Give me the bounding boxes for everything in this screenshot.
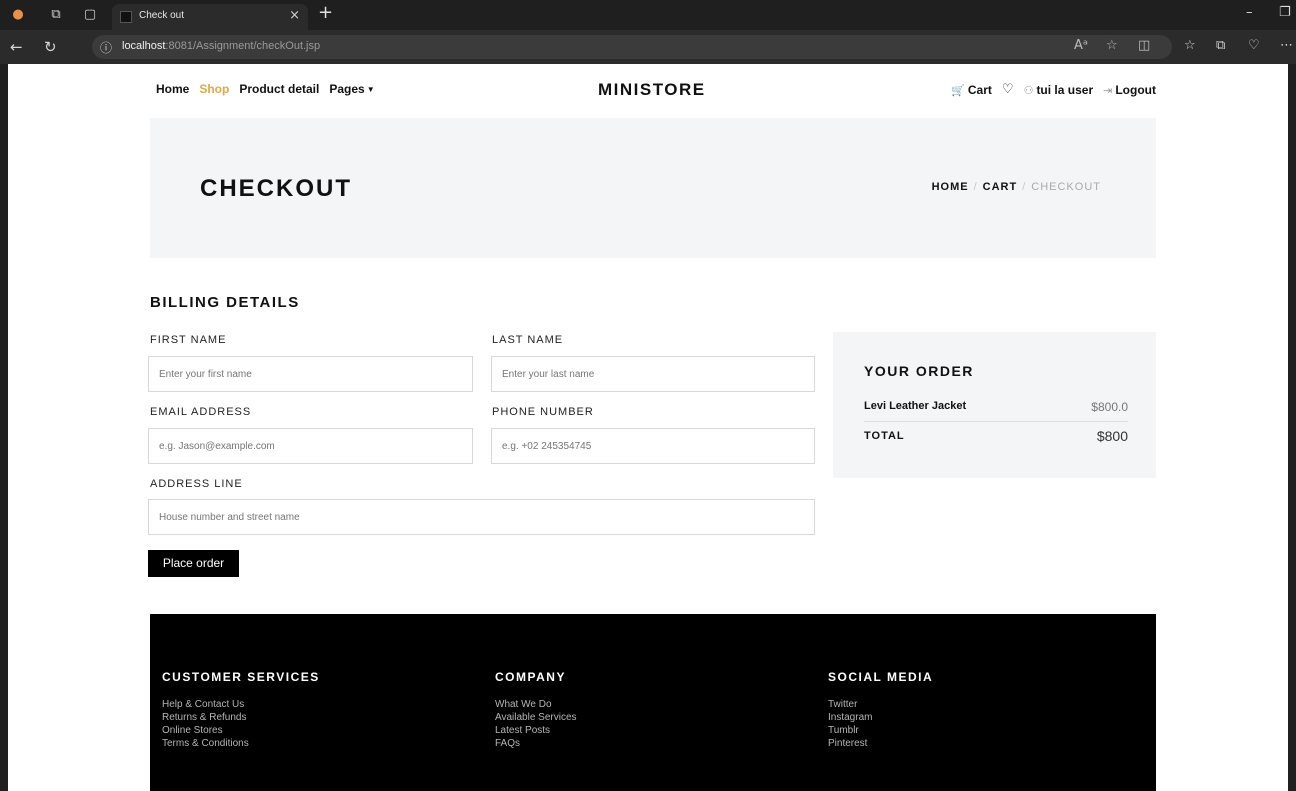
more-icon[interactable]: ⋯ (1280, 38, 1293, 53)
tab-favicon-icon (120, 11, 132, 23)
workspaces-icon[interactable]: ⧉ (48, 7, 64, 23)
user-link[interactable]: ⚇ tui la user (1024, 83, 1094, 97)
footer-link[interactable]: Pinterest (828, 737, 933, 750)
breadcrumb-home[interactable]: HOME (932, 181, 969, 193)
favorites-icon[interactable]: ☆ (1184, 38, 1196, 53)
footer-column-title: CUSTOMER SERVICES (162, 670, 320, 684)
email-input[interactable] (148, 428, 473, 464)
last-name-input[interactable] (491, 356, 815, 392)
minimize-icon[interactable]: – (1246, 5, 1253, 20)
logout-link[interactable]: ⇥ Logout (1103, 83, 1156, 97)
brand-logo[interactable]: MINISTORE (598, 80, 706, 100)
user-label: tui la user (1036, 82, 1094, 97)
breadcrumb: HOME / CART / CHECKOUT (932, 181, 1101, 193)
phone-input[interactable] (491, 428, 815, 464)
footer-link[interactable]: Online Stores (162, 724, 320, 737)
nav-home-link[interactable]: Home (156, 82, 189, 96)
info-icon[interactable]: ⓘ (100, 39, 112, 56)
tab-title: Check out (139, 10, 185, 21)
wishlist-heart-icon[interactable]: ♡ (1002, 82, 1014, 97)
breadcrumb-separator: / (973, 181, 978, 193)
breadcrumb-cart[interactable]: CART (983, 181, 1018, 193)
order-total-label: TOTAL (864, 430, 905, 442)
refresh-icon[interactable]: ↻ (44, 38, 57, 56)
breadcrumb-current: CHECKOUT (1031, 181, 1101, 193)
footer-link[interactable]: Available Services (495, 711, 577, 724)
order-item-name: Levi Leather Jacket (864, 400, 967, 412)
footer-company: COMPANY What We Do Available Services La… (495, 670, 577, 750)
tab-close-icon[interactable]: × (289, 8, 300, 23)
first-name-label: FIRST NAME (150, 334, 227, 346)
page-viewport: Home Shop Product detail Pages ▼ MINISTOR… (8, 64, 1288, 791)
breadcrumb-separator: / (1022, 181, 1027, 193)
nav-shop-link[interactable]: Shop (199, 82, 229, 96)
order-item-price: $800.0 (1091, 400, 1128, 414)
browser-tab-bar: ● ⧉ ▢ Check out × + – ❐ (0, 0, 1296, 30)
order-summary-title: YOUR ORDER (864, 363, 974, 379)
restore-icon[interactable]: ❐ (1279, 5, 1291, 20)
logout-icon: ⇥ (1103, 83, 1113, 97)
last-name-label: LAST NAME (492, 334, 564, 346)
logout-label: Logout (1115, 82, 1156, 97)
footer-link[interactable]: Tumblr (828, 724, 933, 737)
footer-link[interactable]: What We Do (495, 698, 577, 711)
billing-details-heading: BILLING DETAILS (150, 294, 300, 311)
order-total-value: $800 (1096, 428, 1128, 444)
footer-customer-services: CUSTOMER SERVICES Help & Contact Us Retu… (162, 670, 320, 750)
tab-actions-icon[interactable]: ▢ (82, 7, 98, 23)
footer-column-title: COMPANY (495, 670, 566, 684)
footer-link[interactable]: Instagram (828, 711, 933, 724)
footer-column-title: SOCIAL MEDIA (828, 670, 934, 684)
page-title: CHECKOUT (200, 175, 352, 202)
browser-address-bar: ← ↻ ⓘ localhost:8081/Assignment/checkOut… (0, 30, 1296, 64)
footer-link[interactable]: Help & Contact Us (162, 698, 320, 711)
browser-tab[interactable]: Check out × (112, 4, 308, 30)
split-screen-icon[interactable]: ◫ (1138, 38, 1150, 53)
cart-label: Cart (967, 82, 992, 97)
footer-link[interactable]: Returns & Refunds (162, 711, 320, 724)
first-name-input[interactable] (148, 356, 473, 392)
caret-down-icon: ▼ (366, 85, 375, 95)
new-tab-button[interactable]: + (318, 2, 333, 23)
profile-icon[interactable]: ● (10, 7, 26, 23)
phone-label: PHONE NUMBER (492, 406, 594, 418)
address-label: ADDRESS LINE (150, 478, 243, 490)
main-menu: Home Shop Product detail Pages ▼ (156, 82, 375, 96)
nav-pages-label: Pages (329, 82, 365, 96)
order-divider (864, 421, 1128, 422)
place-order-button[interactable]: Place order (148, 550, 239, 577)
site-nav: Home Shop Product detail Pages ▼ MINISTOR… (156, 80, 1156, 102)
footer-social-media: SOCIAL MEDIA Twitter Instagram Tumblr Pi… (828, 670, 933, 750)
cart-link[interactable]: 🛒 Cart (951, 83, 992, 97)
collections-icon[interactable]: ⧉ (1216, 38, 1225, 53)
footer-link[interactable]: Twitter (828, 698, 933, 711)
order-summary: YOUR ORDER Levi Leather Jacket $800.0 TO… (833, 332, 1156, 478)
favorite-icon[interactable]: ☆ (1106, 38, 1118, 53)
page-banner: CHECKOUT HOME / CART / CHECKOUT (150, 118, 1156, 258)
url-host: localhost (122, 40, 166, 52)
copilot-icon[interactable]: ♡ (1248, 38, 1260, 53)
url-text: localhost:8081/Assignment/checkOut.jsp (122, 40, 320, 52)
cart-icon: 🛒 (951, 83, 965, 97)
email-label: EMAIL ADDRESS (150, 406, 252, 418)
nav-pages-dropdown[interactable]: Pages ▼ (329, 82, 374, 96)
read-aloud-icon[interactable]: Aᵃ (1074, 38, 1088, 53)
url-input[interactable]: ⓘ localhost:8081/Assignment/checkOut.jsp… (92, 35, 1172, 59)
footer-link[interactable]: Terms & Conditions (162, 737, 320, 750)
address-input[interactable] (148, 499, 815, 535)
back-icon[interactable]: ← (10, 38, 23, 56)
nav-product-detail-link[interactable]: Product detail (239, 82, 319, 96)
site-footer: CUSTOMER SERVICES Help & Contact Us Retu… (150, 614, 1156, 791)
footer-link[interactable]: FAQs (495, 737, 577, 750)
footer-link[interactable]: Latest Posts (495, 724, 577, 737)
url-path: :8081/Assignment/checkOut.jsp (165, 40, 321, 52)
user-icon: ⚇ (1023, 83, 1034, 97)
nav-account: 🛒 Cart ♡ ⚇ tui la user ⇥ Logout (951, 82, 1156, 97)
